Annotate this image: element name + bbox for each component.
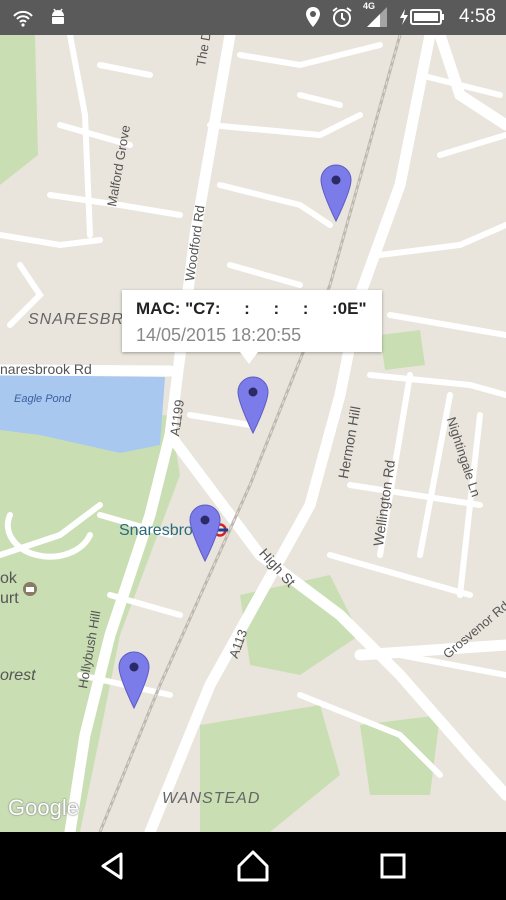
android-debug-icon <box>52 8 64 24</box>
navigation-bar <box>0 832 506 900</box>
street-label-snaresbrook-rd: naresbrook Rd <box>0 361 92 377</box>
info-window-pointer <box>240 352 258 364</box>
place-label-forest: orest <box>0 667 36 684</box>
map-view[interactable]: The Drive Malford Grove Woodford Rd nare… <box>0 35 506 832</box>
battery-charging-icon <box>400 9 445 25</box>
location-icon <box>306 7 321 27</box>
cell-signal-icon: 4G <box>363 1 389 28</box>
recents-icon[interactable] <box>373 846 413 886</box>
place-label-court-1: ok <box>0 570 17 587</box>
map-marker-2[interactable] <box>237 376 269 434</box>
info-window-mac: MAC: "C7: : : : :0E" <box>136 299 367 318</box>
clock: 4:58 <box>459 6 496 27</box>
place-label-eagle-pond: Eagle Pond <box>14 393 71 405</box>
place-label-court-2: urt <box>0 590 19 607</box>
alarm-icon <box>332 7 352 27</box>
wifi-signal-icon <box>13 10 33 27</box>
map-marker-1[interactable] <box>320 164 352 222</box>
info-window-timestamp: 14/05/2015 18:20:55 <box>136 325 302 345</box>
map-marker-3[interactable] <box>189 504 221 562</box>
back-icon[interactable] <box>93 846 133 886</box>
google-attribution: Google <box>8 795 79 820</box>
map-marker-4[interactable] <box>118 651 150 709</box>
status-bar: 4G 4:58 <box>0 0 506 35</box>
landmark-icon <box>23 582 37 596</box>
area-label-wanstead: WANSTEAD <box>162 790 261 807</box>
marker-info-window[interactable]: MAC: "C7: : : : :0E" 14/05/2015 18:20:55 <box>122 290 382 364</box>
home-icon[interactable] <box>233 846 273 886</box>
